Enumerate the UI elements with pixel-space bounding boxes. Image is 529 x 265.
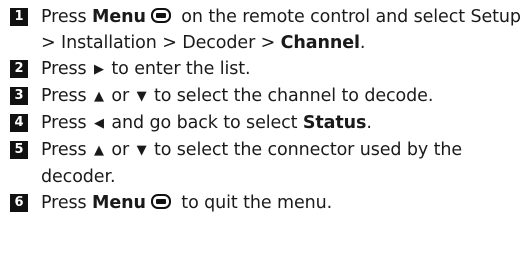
down-arrow-icon: ▼ <box>136 143 147 158</box>
step-2: 2 Press ▶ to enter the list. <box>10 56 525 83</box>
step-1: 1 Press Menu on the remote control and se… <box>10 4 525 56</box>
step-text: or <box>105 86 135 106</box>
step-text: Press <box>41 86 93 106</box>
step-number: 4 <box>10 114 28 132</box>
menu-key-label: Menu <box>92 193 146 213</box>
menu-button-icon <box>150 194 171 209</box>
step-text: Press <box>41 7 93 27</box>
step-number: 5 <box>10 141 28 159</box>
up-arrow-icon: ▲ <box>94 89 104 104</box>
step-number: 1 <box>10 8 28 26</box>
step-text: . <box>359 33 366 53</box>
step-number: 3 <box>10 87 28 105</box>
step-text: and go back to select <box>105 113 303 133</box>
step-text: . <box>366 113 372 133</box>
channel-label: Channel <box>280 33 360 53</box>
up-arrow-icon: ▲ <box>94 143 104 158</box>
step-text: Press <box>41 140 93 160</box>
step-text: Press <box>41 59 93 79</box>
step-number: 6 <box>10 194 28 212</box>
step-4: 4 Press ◀ and go back to select Status. <box>10 110 525 137</box>
right-arrow-icon: ▶ <box>94 62 104 77</box>
step-text: to select the channel to decode. <box>148 86 434 106</box>
step-text: to select the connector used by the deco… <box>41 140 463 187</box>
step-text: Press <box>41 193 93 213</box>
step-text: Press <box>41 113 93 133</box>
menu-button-icon <box>150 8 171 23</box>
step-text: to enter the list. <box>105 59 251 79</box>
step-3: 3 Press ▲ or ▼ to select the channel to d… <box>10 83 525 110</box>
step-text: or <box>105 140 135 160</box>
instruction-steps: 1 Press Menu on the remote control and se… <box>10 4 525 216</box>
step-5: 5 Press ▲ or ▼ to select the connector us… <box>10 137 525 190</box>
status-label: Status <box>302 113 367 133</box>
down-arrow-icon: ▼ <box>136 89 147 104</box>
menu-key-label: Menu <box>92 7 146 27</box>
step-6: 6 Press Menu to quit the menu. <box>10 190 525 216</box>
left-arrow-icon: ◀ <box>94 116 104 131</box>
step-text: to quit the menu. <box>175 193 333 213</box>
step-number: 2 <box>10 60 28 78</box>
